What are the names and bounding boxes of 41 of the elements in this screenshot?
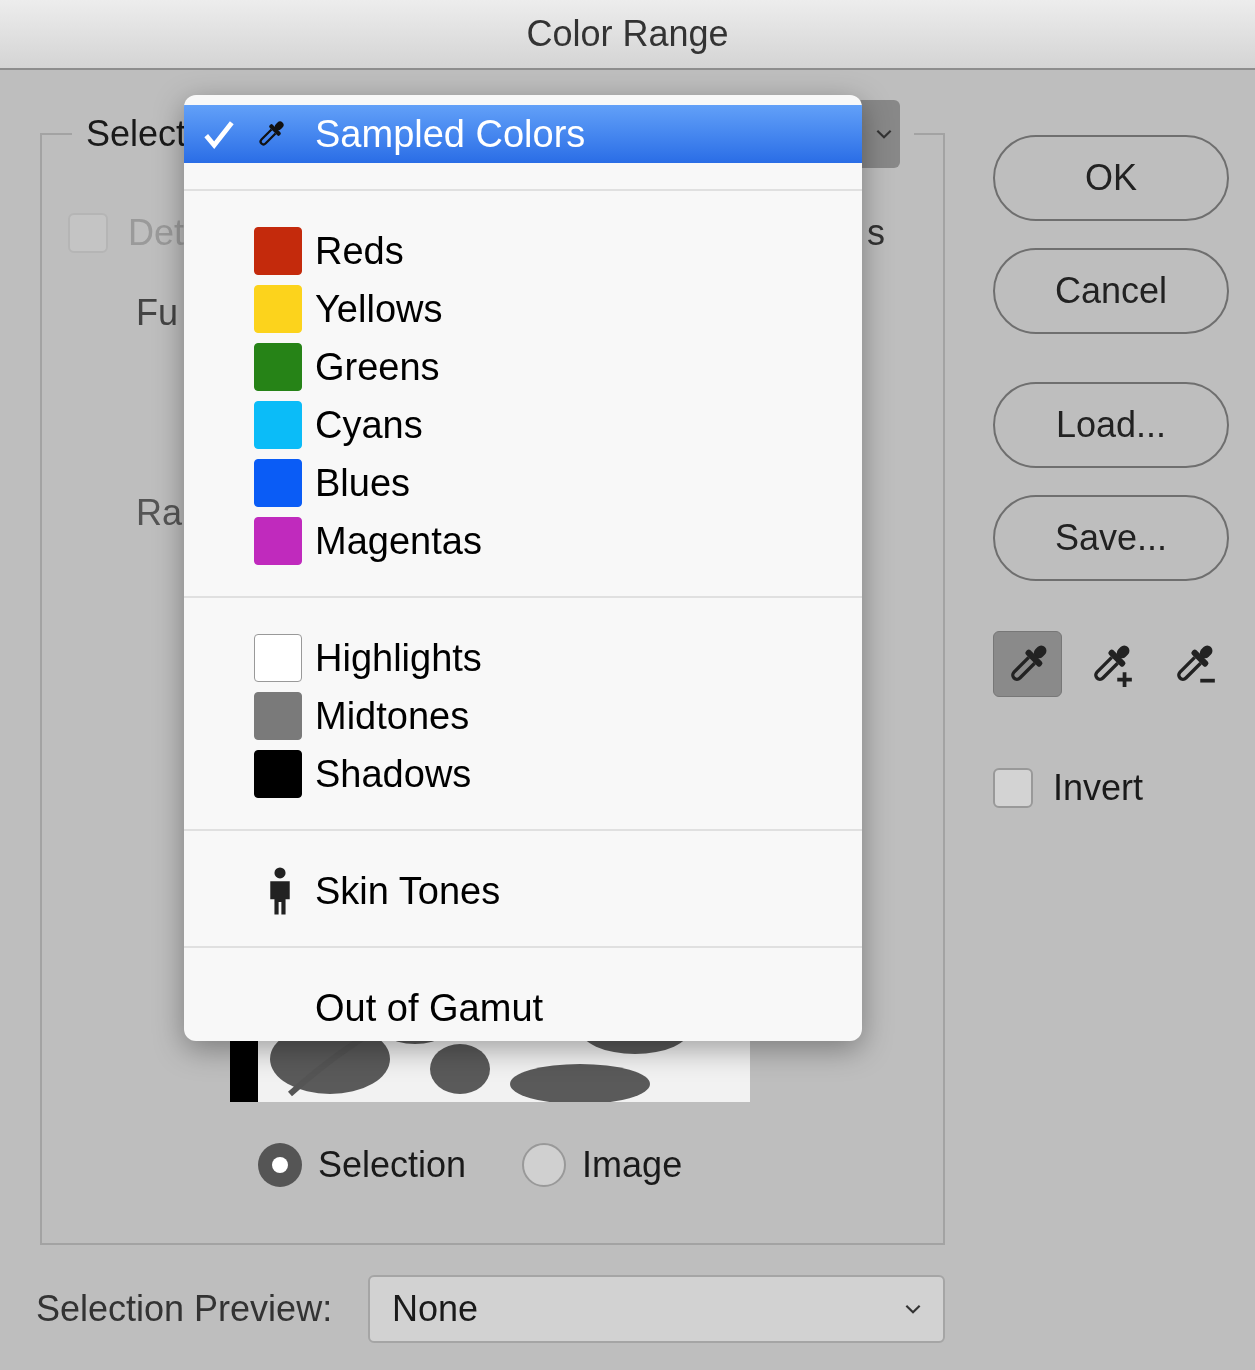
menu-item[interactable]: Sampled Colors — [184, 105, 862, 163]
menu-item-label: Midtones — [315, 693, 470, 739]
menu-item-label: Highlights — [315, 635, 482, 681]
selection-preview-dropdown[interactable]: None — [368, 1275, 945, 1343]
menu-item[interactable]: Blues — [184, 454, 862, 512]
fuzziness-label: Fu — [136, 291, 178, 335]
selection-preview-label: Selection Preview: — [36, 1287, 334, 1331]
checkbox-label: Invert — [1053, 766, 1144, 810]
menu-item-label: Reds — [315, 228, 404, 274]
dialog-button[interactable]: OK — [993, 135, 1229, 221]
checkbox[interactable] — [993, 768, 1033, 808]
menu-item-label: Sampled Colors — [315, 111, 586, 157]
radio-button[interactable]: Selection — [258, 1138, 467, 1192]
menu-item-label: Shadows — [315, 751, 472, 797]
menu-item[interactable]: Reds — [184, 222, 862, 280]
chevron-icon — [905, 1303, 921, 1315]
menu-item[interactable]: Highlights — [184, 629, 862, 687]
menu-item[interactable]: Out of Gamut — [184, 979, 862, 1037]
chevron-icon — [876, 128, 893, 140]
menu-item[interactable]: Greens — [184, 338, 862, 396]
window-title: Color Range — [0, 0, 1255, 70]
dialog-button[interactable]: Cancel — [993, 248, 1229, 334]
dialog-button[interactable]: Load... — [993, 382, 1229, 468]
checkbox-label: s — [867, 211, 885, 255]
menu-item[interactable]: Yellows — [184, 280, 862, 338]
range-label: Ra — [136, 491, 183, 535]
menu-item[interactable]: Magentas — [184, 512, 862, 570]
menu-item-label: Magentas — [315, 518, 482, 564]
dialog-button[interactable]: Save... — [993, 495, 1229, 581]
eyedropper-tool[interactable] — [993, 631, 1063, 697]
menu-item-label: Out of Gamut — [315, 985, 544, 1031]
menu-item-label: Greens — [315, 344, 440, 390]
menu-item-label: Cyans — [315, 402, 423, 448]
menu-item[interactable]: Midtones — [184, 687, 862, 745]
menu-item[interactable]: Skin Tones — [184, 862, 862, 920]
menu-item[interactable]: Cyans — [184, 396, 862, 454]
menu-item-label: Yellows — [315, 286, 443, 332]
menu-item-label: Skin Tones — [315, 868, 501, 914]
menu-item[interactable]: Shadows — [184, 745, 862, 803]
menu-item-label: Blues — [315, 460, 411, 506]
radio-button[interactable]: Image — [522, 1138, 683, 1192]
